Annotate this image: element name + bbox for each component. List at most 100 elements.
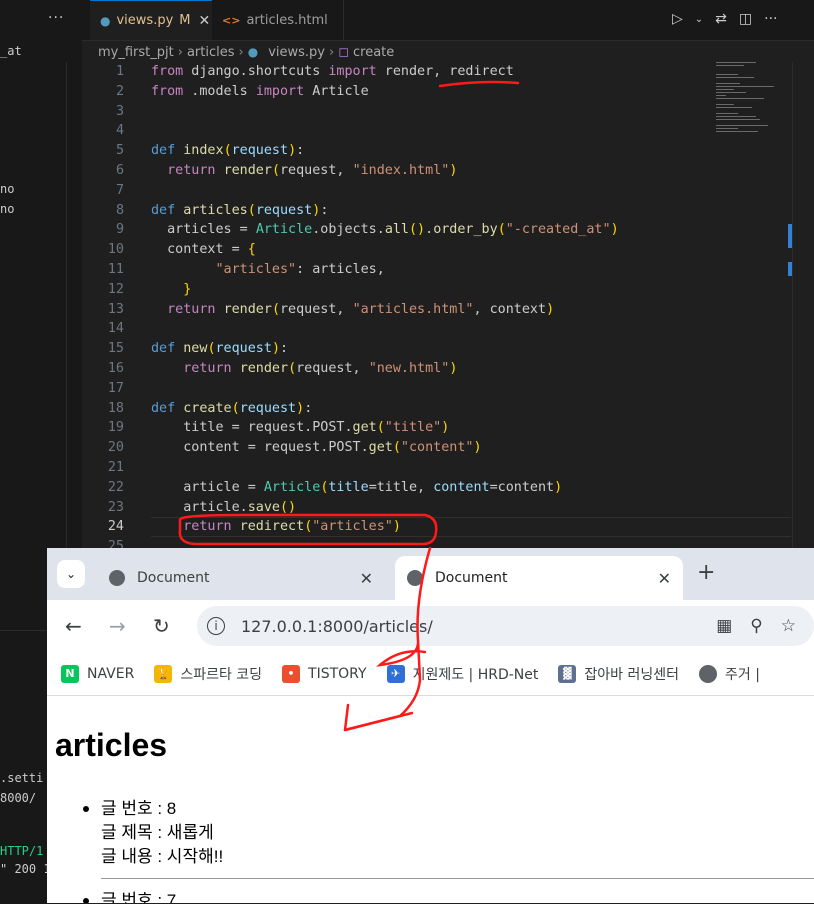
line-number: 10 [107,242,124,258]
line-number: 2 [115,83,124,99]
explorer-more-button[interactable]: ··· [48,10,64,26]
line-number: 8 [115,202,124,218]
code-editor[interactable]: 1 from django.shortcuts import render, re… [82,62,792,557]
breadcrumb-item[interactable]: create [353,45,394,60]
explorer-fragment: no [0,202,15,216]
code-line[interactable]: 21 [82,458,792,478]
code-line[interactable]: 24 return redirect("articles") [82,517,792,538]
close-icon[interactable]: ✕ [658,569,671,588]
page-title: articles [55,727,168,763]
code-line[interactable]: 6 return render(request, "index.html") [82,161,792,181]
code-line[interactable]: 10 context = { [82,240,792,260]
zoom-icon[interactable]: ⚲ [750,616,762,636]
bookmark-star-icon[interactable]: ☆ [781,616,796,636]
bookmark-item[interactable]: 주거 | [699,664,760,684]
tab-search-button[interactable]: ⌄ [57,560,85,588]
code-text[interactable]: return redirect("articles") [151,517,401,537]
bookmark-item[interactable]: 🏆 스파르타 코딩 [154,664,262,684]
code-line[interactable]: 11 "articles": articles, [82,260,792,280]
code-text[interactable]: from .models import Article [151,82,369,102]
minimap[interactable] [712,62,788,142]
editor-scrollbar[interactable] [788,62,814,562]
code-text[interactable]: context = { [151,240,256,260]
close-icon[interactable]: ✕ [199,13,211,29]
code-line[interactable]: 22 article = Article(title=title, conten… [82,478,792,498]
address-bar[interactable]: i 127.0.0.1:8000/articles/ ▦ ⚲ ☆ [197,606,814,646]
code-line[interactable]: 13 return render(request, "articles.html… [82,300,792,320]
minimap-line [716,116,756,117]
code-line[interactable]: 17 [82,379,792,399]
code-line[interactable]: 8 def articles(request): [82,201,792,221]
line-number: 19 [107,420,124,436]
code-text[interactable]: content = request.POST.get("content") [151,438,481,458]
code-line[interactable]: 18 def create(request): [82,399,792,419]
explorer-divider [66,62,83,622]
back-arrow-icon[interactable]: ← [65,614,82,638]
reload-icon[interactable]: ↻ [153,614,170,638]
url-text[interactable]: 127.0.0.1:8000/articles/ [241,617,433,636]
code-text[interactable]: article.save() [151,498,296,518]
line-number: 1 [115,64,124,79]
code-line[interactable]: 20 content = request.POST.get("content") [82,438,792,458]
bookmark-item[interactable]: ▓ 잡아바 러닝센터 [558,664,679,684]
bookmark-item[interactable]: • TISTORY [282,664,367,683]
forward-arrow-icon[interactable]: → [109,614,126,638]
code-text[interactable]: "articles": articles, [151,260,385,280]
breadcrumb-item[interactable]: my_first_pjt [98,45,174,60]
new-tab-button[interactable]: + [697,560,715,585]
line-number: 5 [115,143,124,159]
close-icon[interactable]: ✕ [360,569,373,588]
code-line[interactable]: 15 def new(request): [82,339,792,359]
code-line[interactable]: 7 [82,181,792,201]
code-line[interactable]: 14 [82,319,792,339]
line-number: 15 [107,341,124,357]
split-editor-icon[interactable]: ◫ [739,11,752,27]
bookmark-label: 잡아바 러닝센터 [584,666,680,683]
line-number: 20 [107,440,124,456]
tab-views-py[interactable]: ● views.py M ✕ [90,0,212,40]
code-line[interactable]: 16 return render(request, "new.html") [82,359,792,379]
run-icon[interactable]: ▷ [672,11,683,27]
breadcrumb-item[interactable]: articles [187,45,235,60]
list-item: 글 번호 : 8 글 제목 : 새롭게 글 내용 : 시작해!! [77,797,814,879]
html-file-icon: <> [222,13,241,27]
compare-changes-icon[interactable]: ⇄ [715,11,727,27]
code-text[interactable]: from django.shortcuts import render, red… [151,62,514,82]
code-text[interactable]: article = Article(title=title, content=c… [151,478,562,498]
code-text[interactable]: def new(request): [151,339,288,359]
code-line[interactable]: 19 title = request.POST.get("title") [82,418,792,438]
code-text[interactable]: articles = Article.objects.all().order_b… [151,220,619,240]
site-info-icon[interactable]: i [207,617,225,635]
bookmark-item[interactable]: N NAVER [61,664,134,683]
browser-tab[interactable]: Document ✕ [97,556,385,600]
code-text[interactable]: title = request.POST.get("title") [151,418,449,438]
code-line[interactable]: 23 article.save() [82,498,792,518]
browser-tab-active[interactable]: Document ✕ [395,556,683,600]
code-line[interactable]: 12 } [82,280,792,300]
bookmark-item[interactable]: ✈ 지원제도 | HRD-Net [386,664,538,684]
code-text[interactable]: } [151,280,191,300]
line-number: 24 [107,519,124,535]
code-line[interactable]: 4 [82,121,792,141]
tab-label: views.py [116,13,174,28]
chevron-down-icon[interactable]: ⌄ [695,14,703,27]
code-line[interactable]: 3 [82,102,792,122]
translate-icon[interactable]: ▦ [716,616,732,636]
code-line[interactable]: 2 from .models import Article [82,82,792,102]
code-line[interactable]: 9 articles = Article.objects.all().order… [82,220,792,240]
breadcrumb-item[interactable]: views.py [268,45,325,60]
code-text[interactable]: def create(request): [151,399,312,419]
explorer-item-text[interactable]: _at [0,44,22,58]
code-text[interactable]: return render(request, "articles.html", … [151,300,554,320]
code-text[interactable]: def index(request): [151,141,304,161]
tab-articles-html[interactable]: <> articles.html [212,0,344,40]
code-text[interactable]: return render(request, "new.html") [151,359,457,379]
code-text[interactable]: return render(request, "index.html") [151,161,457,181]
code-line[interactable]: 5 def index(request): [82,141,792,161]
editor-tab-bar: ● views.py M ✕ <> articles.html ▷ ⌄ ⇄ ◫ … [82,0,814,41]
code-line[interactable]: 1 from django.shortcuts import render, re… [82,62,792,82]
code-text[interactable]: def articles(request): [151,201,328,221]
explorer-fragment: no [0,182,15,196]
minimap-line [716,77,754,78]
more-actions-icon[interactable]: ··· [764,11,777,27]
